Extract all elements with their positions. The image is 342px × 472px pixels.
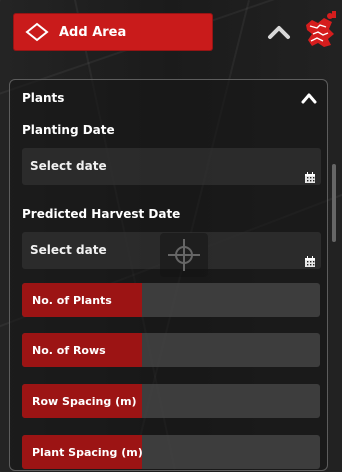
add-area-button[interactable]: Add Area — [13, 13, 213, 51]
row-spacing-input[interactable] — [142, 384, 320, 418]
crosshair-icon — [168, 239, 200, 271]
number-of-rows-label: No. of Rows — [22, 333, 142, 367]
map-logo-button[interactable] — [303, 10, 339, 52]
predicted-harvest-date-label: Predicted Harvest Date — [22, 207, 181, 221]
chevron-up-icon — [301, 93, 317, 104]
calendar-icon[interactable] — [304, 172, 316, 184]
row-spacing-label: Row Spacing (m) — [22, 384, 142, 418]
calendar-icon[interactable] — [304, 256, 316, 268]
plant-spacing-label: Plant Spacing (m) — [22, 435, 143, 469]
diamond-outline-icon — [21, 20, 53, 44]
map-background[interactable]: Add Area Plants Planting Date Select dat… — [0, 0, 342, 472]
plants-section-title: Plants — [22, 91, 65, 105]
number-of-rows-input[interactable] — [142, 333, 320, 367]
row-spacing-field[interactable]: Row Spacing (m) — [22, 384, 320, 418]
map-crosshair — [160, 233, 208, 277]
number-of-rows-field[interactable]: No. of Rows — [22, 333, 320, 367]
add-area-label: Add Area — [59, 24, 127, 40]
number-of-plants-label: No. of Plants — [22, 283, 142, 317]
panel-scrollbar[interactable] — [332, 164, 336, 242]
number-of-plants-input[interactable] — [142, 283, 320, 317]
plants-collapse-button[interactable] — [298, 87, 320, 109]
plant-spacing-field[interactable]: Plant Spacing (m) — [22, 435, 320, 469]
predicted-harvest-date-value: Select date — [30, 243, 107, 257]
planting-date-label: Planting Date — [22, 123, 115, 137]
plants-panel-header[interactable]: Plants — [10, 80, 327, 118]
red-map-logo-icon — [306, 11, 336, 47]
collapse-toolbar-button[interactable] — [262, 20, 296, 44]
planting-date-value: Select date — [30, 159, 107, 173]
chevron-up-icon — [268, 26, 290, 39]
number-of-plants-field[interactable]: No. of Plants — [22, 283, 320, 317]
planting-date-input[interactable]: Select date — [22, 148, 321, 185]
plant-spacing-input[interactable] — [142, 435, 320, 469]
map-toolbar: Add Area — [0, 0, 342, 64]
